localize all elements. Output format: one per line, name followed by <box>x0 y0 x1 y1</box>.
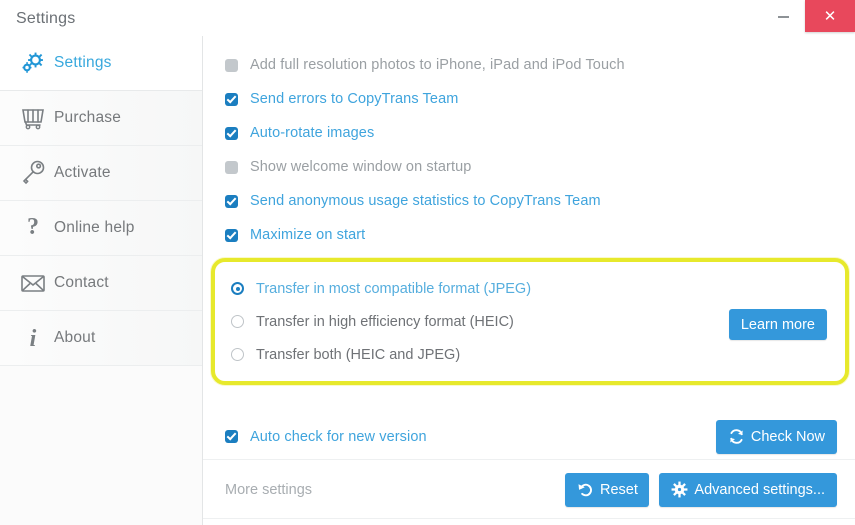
minimize-icon <box>777 16 789 18</box>
option-add-full-resolution[interactable]: Add full resolution photos to iPhone, iP… <box>203 48 855 82</box>
sidebar-item-online-help[interactable]: ? Online help <box>0 201 202 256</box>
option-label: Add full resolution photos to iPhone, iP… <box>250 57 625 73</box>
option-label: Send errors to CopyTrans Team <box>250 91 459 107</box>
checkbox-send-statistics[interactable] <box>225 194 238 208</box>
sidebar-item-label: About <box>54 329 96 346</box>
info-icon: i <box>12 325 54 351</box>
sidebar-item-activate[interactable]: Activate <box>0 146 202 201</box>
window-controls: ✕ <box>761 0 855 32</box>
key-icon <box>12 160 54 186</box>
envelope-icon <box>12 272 54 294</box>
check-now-label: Check Now <box>750 428 825 445</box>
radio-option-both[interactable]: Transfer both (HEIC and JPEG) <box>215 338 845 371</box>
sidebar-item-purchase[interactable]: Purchase <box>0 91 202 146</box>
option-show-welcome[interactable]: Show welcome window on startup <box>203 150 855 184</box>
more-settings-row: More settings Reset Advanced settings... <box>203 461 855 519</box>
radio-jpeg[interactable] <box>231 282 244 295</box>
radio-heic[interactable] <box>231 315 244 328</box>
check-now-button[interactable]: Check Now <box>715 419 837 454</box>
sidebar-item-contact[interactable]: Contact <box>0 256 202 311</box>
refresh-icon <box>728 428 745 445</box>
option-label: Show welcome window on startup <box>250 159 472 175</box>
shopping-cart-icon <box>12 106 54 130</box>
sidebar-item-label: Online help <box>54 219 135 236</box>
option-maximize-on-start[interactable]: Maximize on start <box>203 218 855 252</box>
settings-panel: Add full resolution photos to iPhone, iP… <box>203 36 855 525</box>
title-bar: Settings ✕ <box>0 0 855 36</box>
transfer-format-group-highlight: Transfer in most compatible format (JPEG… <box>211 258 849 385</box>
checkbox-show-welcome[interactable] <box>225 160 238 174</box>
gear-icon <box>671 481 688 498</box>
close-icon: ✕ <box>823 8 837 25</box>
window-body: Settings Purchase Activate ? Online help… <box>0 36 855 525</box>
sidebar-item-label: Activate <box>54 164 111 181</box>
reset-label: Reset <box>599 481 638 498</box>
learn-more-button[interactable]: Learn more <box>728 309 827 340</box>
checkbox-send-errors[interactable] <box>225 92 238 106</box>
question-mark-icon: ? <box>12 215 54 241</box>
settings-window: Settings ✕ Settings Purchase Activate ? … <box>0 0 855 525</box>
advanced-settings-button[interactable]: Advanced settings... <box>659 472 837 507</box>
sidebar-item-settings[interactable]: Settings <box>0 36 202 91</box>
gears-icon <box>12 51 54 75</box>
advanced-settings-label: Advanced settings... <box>694 481 825 498</box>
sidebar: Settings Purchase Activate ? Online help… <box>0 36 203 525</box>
window-title: Settings <box>16 10 76 27</box>
sidebar-item-about[interactable]: i About <box>0 311 202 366</box>
undo-arrow-icon <box>577 481 594 498</box>
auto-check-label: Auto check for new version <box>250 428 427 445</box>
checkbox-add-full-resolution[interactable] <box>225 58 238 72</box>
checkbox-maximize-on-start[interactable] <box>225 228 238 242</box>
option-label: Send anonymous usage statistics to CopyT… <box>250 193 601 209</box>
sidebar-item-label: Purchase <box>54 109 122 126</box>
minimize-button[interactable] <box>761 0 805 30</box>
checkbox-auto-rotate[interactable] <box>225 126 238 140</box>
reset-button[interactable]: Reset <box>565 472 650 507</box>
option-label: Auto-rotate images <box>250 125 375 141</box>
checkbox-list: Add full resolution photos to iPhone, iP… <box>203 36 855 252</box>
option-label: Maximize on start <box>250 227 366 243</box>
svg-text:i: i <box>30 326 37 351</box>
close-button[interactable]: ✕ <box>805 0 855 32</box>
checkbox-auto-check-new-version[interactable] <box>225 430 238 443</box>
auto-check-row: Auto check for new version Check Now <box>203 414 855 460</box>
svg-text:?: ? <box>27 215 39 240</box>
option-send-errors[interactable]: Send errors to CopyTrans Team <box>203 82 855 116</box>
option-send-statistics[interactable]: Send anonymous usage statistics to CopyT… <box>203 184 855 218</box>
radio-label: Transfer in most compatible format (JPEG… <box>256 280 532 297</box>
sidebar-item-label: Contact <box>54 274 109 291</box>
learn-more-label: Learn more <box>740 316 815 333</box>
radio-label: Transfer both (HEIC and JPEG) <box>256 346 461 363</box>
radio-label: Transfer in high efficiency format (HEIC… <box>256 313 514 330</box>
more-settings-label: More settings <box>225 481 313 498</box>
radio-option-jpeg[interactable]: Transfer in most compatible format (JPEG… <box>215 272 845 305</box>
radio-both[interactable] <box>231 348 244 361</box>
option-auto-rotate[interactable]: Auto-rotate images <box>203 116 855 150</box>
sidebar-item-label: Settings <box>54 54 112 71</box>
